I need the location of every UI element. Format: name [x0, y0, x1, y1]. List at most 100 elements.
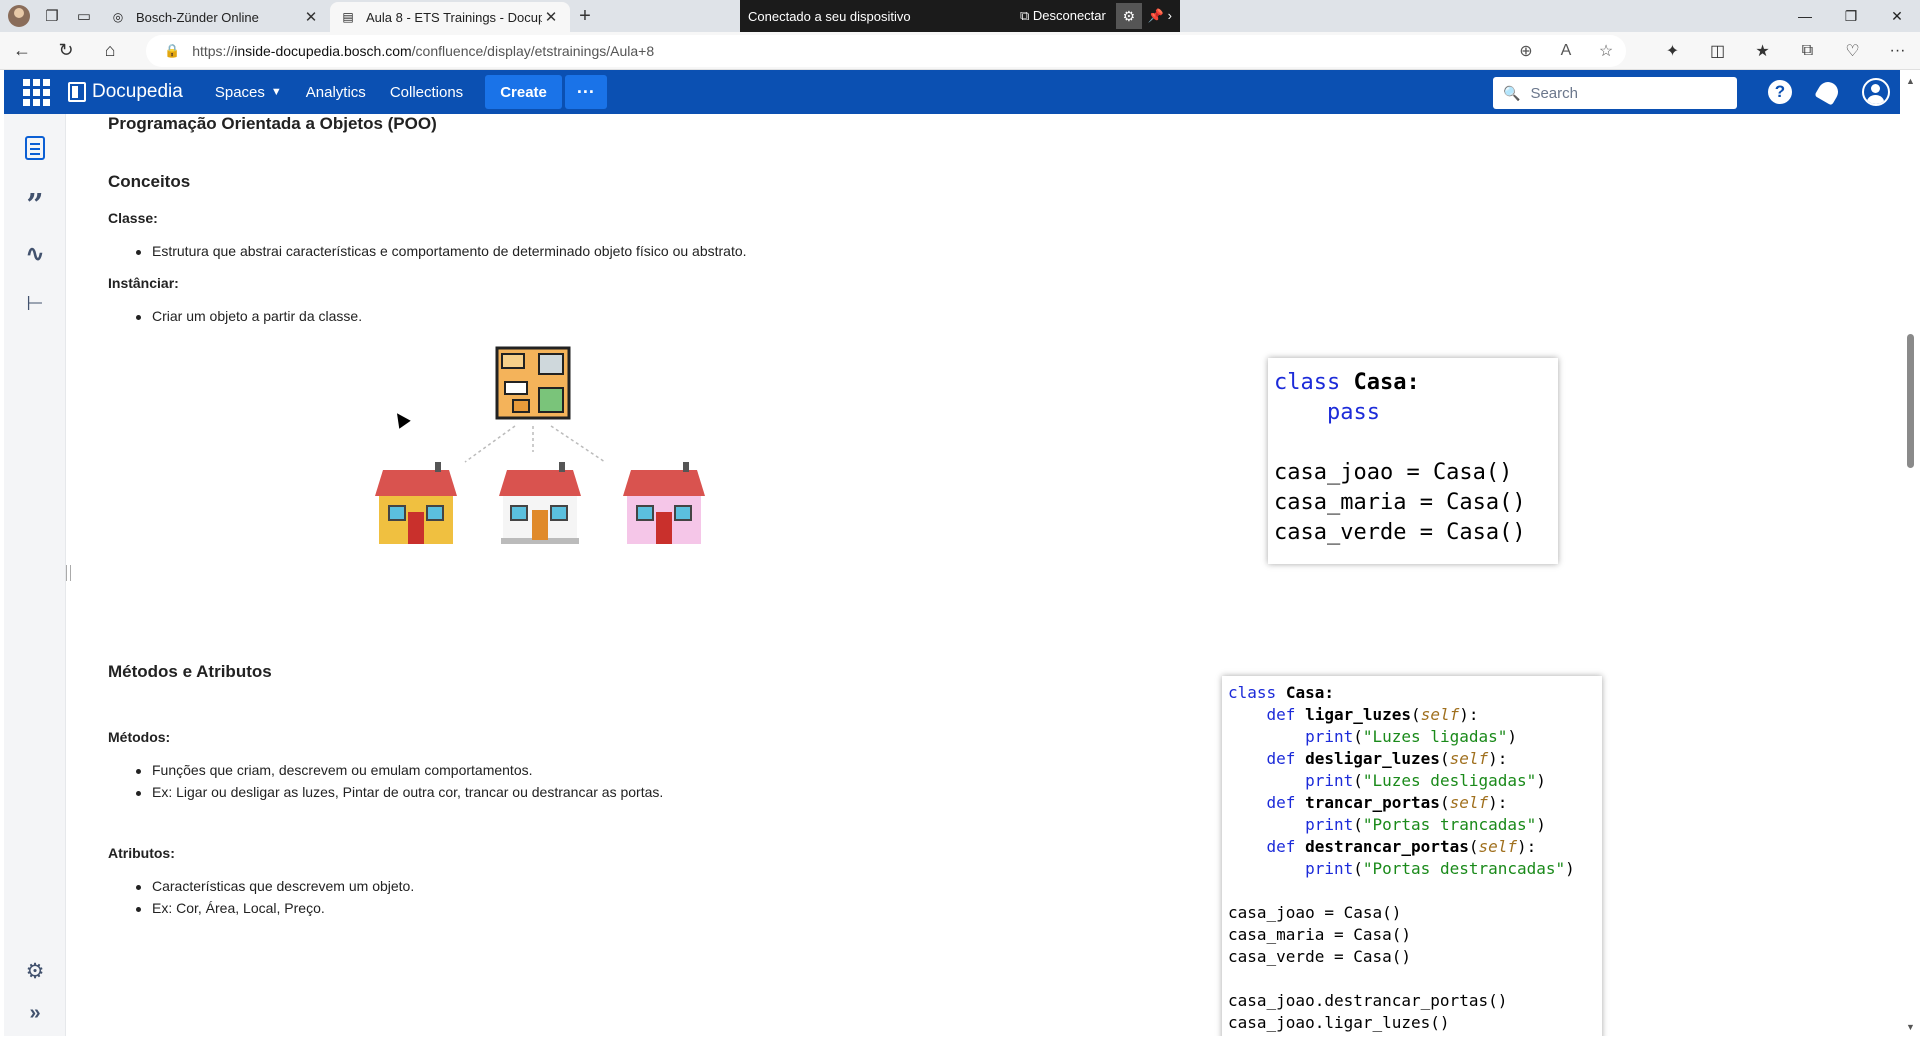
extensions-icon[interactable]: ✦ [1650, 35, 1695, 67]
split-screen-icon[interactable]: ◫ [1695, 35, 1740, 67]
expand-sidebar-button[interactable]: » [4, 996, 66, 1030]
house-pink-icon [623, 462, 705, 544]
code-line: casa_maria = Casa() [1274, 490, 1526, 515]
code-self: self [1420, 705, 1460, 724]
disconnect-label: Desconectar [1032, 8, 1106, 23]
nav-spaces[interactable]: Spaces ▼ [215, 84, 282, 101]
profile-avatar[interactable] [8, 5, 30, 27]
tab-actions-icon[interactable]: ▭ [68, 0, 100, 32]
code-line: class Casa: [1274, 368, 1552, 398]
restore-icon[interactable]: ❐ [1828, 0, 1874, 32]
list-item: Características que descrevem um objeto. [135, 878, 415, 894]
code-self: self [1478, 837, 1518, 856]
analytics-button[interactable]: ∿ [4, 237, 66, 271]
code-line: def ligar_luzes(self): [1266, 705, 1479, 724]
page-icon [25, 136, 45, 160]
more-create-button[interactable]: ··· [564, 75, 607, 109]
page-tree-button[interactable]: ⊢ [4, 286, 66, 320]
create-button[interactable]: Create [485, 75, 562, 109]
tab-bosch-zunder[interactable]: ◎ Bosch-Zünder Online ✕ [100, 2, 330, 32]
list-item: Funções que criam, descrevem ou emulam c… [136, 762, 533, 778]
new-tab-button[interactable]: + [570, 1, 600, 31]
pin-icon[interactable]: 📌 › [1148, 8, 1172, 24]
sidebar-resize-handle[interactable] [66, 565, 71, 581]
code-class-name: Casa: [1285, 683, 1334, 702]
code-line: casa_maria = Casa() [1228, 925, 1412, 944]
code-line: casa_joao = Casa() [1274, 460, 1513, 485]
space-settings-button[interactable]: ⚙ [4, 954, 66, 988]
hierarchy-icon: ⊢ [26, 292, 44, 315]
code-line: casa_joao = Casa() [1228, 903, 1402, 922]
code-self: self [1449, 749, 1489, 768]
label-atributos: Atributos: [108, 845, 175, 861]
disconnect-button[interactable]: ⧉ Desconectar [1020, 8, 1106, 24]
lock-icon[interactable]: 🔒 [164, 43, 180, 59]
zoom-icon[interactable]: ⊕ [1506, 41, 1546, 61]
home-icon[interactable]: ⌂ [88, 34, 132, 68]
scroll-up-icon[interactable]: ▲ [1906, 76, 1915, 86]
close-window-icon[interactable]: ✕ [1874, 0, 1920, 32]
scrollbar-thumb[interactable] [1907, 334, 1914, 468]
search-icon: 🔍 [1503, 84, 1521, 101]
nav-spaces-label: Spaces [214, 83, 265, 101]
close-tab-icon[interactable]: ✕ [302, 8, 320, 26]
url-field[interactable]: 🔒 https://inside-docupedia.bosch.com/con… [146, 35, 1626, 67]
notifications-button[interactable] [1804, 70, 1852, 114]
code-line: def destrancar_portas(self): [1266, 837, 1537, 856]
pages-button[interactable] [4, 131, 66, 165]
settings-menu-icon[interactable]: ··· [1875, 35, 1920, 67]
app-switcher-icon[interactable] [16, 72, 56, 112]
docupedia-logo[interactable]: Docupedia [68, 81, 183, 103]
gear-icon: ⚙ [25, 959, 45, 983]
nav-collections[interactable]: Collections [390, 84, 463, 101]
method-name: destrancar_portas [1305, 837, 1469, 856]
favorites-icon[interactable]: ★ [1740, 35, 1785, 67]
scroll-down-icon[interactable]: ▼ [1906, 1022, 1915, 1032]
back-icon[interactable]: ← [0, 34, 44, 68]
workspaces-icon[interactable]: ❐ [36, 0, 68, 32]
favorite-star-icon[interactable]: ☆ [1586, 41, 1626, 61]
top-navigation: Docupedia Spaces ▼ Analytics Collections… [4, 70, 1900, 114]
read-aloud-icon[interactable]: A [1546, 42, 1586, 60]
blog-button[interactable]: ” [4, 188, 66, 222]
browser-essentials-icon[interactable]: ♡ [1830, 35, 1875, 67]
nav-analytics[interactable]: Analytics [306, 84, 366, 101]
code-line: def trancar_portas(self): [1266, 793, 1508, 812]
code-line: print("Portas destrancadas") [1305, 859, 1575, 878]
notification-bell-icon [1814, 78, 1842, 106]
code-line: class Casa: [1228, 682, 1596, 704]
remote-settings-icon[interactable]: ⚙ [1115, 3, 1142, 29]
code-line: casa_joao.destrancar_portas() [1228, 991, 1508, 1010]
space-sidebar: ” ∿ ⊢ ⚙ » [4, 114, 66, 1036]
close-tab-icon[interactable]: ✕ [542, 8, 560, 26]
code-sample-class-instances: class Casa: pass casa_joao = Casa() casa_… [1268, 358, 1558, 564]
user-menu-button[interactable] [1852, 70, 1900, 114]
label-instanciar: Instânciar: [108, 275, 179, 291]
globe-icon: ◎ [112, 10, 124, 24]
code-string: "Luzes desligadas" [1362, 771, 1537, 790]
page-favicon-icon: ▤ [342, 10, 354, 24]
label-classe: Classe: [108, 210, 158, 226]
list-item: Ex: Cor, Área, Local, Preço. [136, 900, 325, 916]
code-builtin: print [1305, 859, 1354, 878]
code-keyword: pass [1326, 400, 1380, 425]
page-scrollbar[interactable]: ▲ ▼ [1902, 70, 1920, 1036]
help-button[interactable]: ? [1756, 70, 1804, 114]
remote-status: Conectado a seu dispositivo [748, 8, 911, 24]
list-item: Criar um objeto a partir da classe. [135, 308, 363, 324]
search-input[interactable]: 🔍 Search [1493, 77, 1737, 109]
section-heading-conceitos: Conceitos [108, 172, 191, 191]
refresh-icon[interactable]: ↻ [44, 34, 88, 68]
url-path: /confluence/display/etstrainings/Aula+8 [411, 43, 655, 59]
code-builtin: print [1305, 771, 1354, 790]
code-keyword: def [1266, 705, 1296, 724]
tab-aula-8[interactable]: ▤ Aula 8 - ETS Trainings - Docuped ✕ [330, 2, 570, 32]
code-keyword: def [1266, 837, 1296, 856]
minimize-icon[interactable]: — [1782, 0, 1828, 32]
collections-icon[interactable]: ⧉ [1785, 35, 1830, 67]
page-content: Programação Orientada a Objetos (POO) Co… [108, 114, 1888, 1036]
url-host: inside-docupedia.bosch.com [234, 43, 412, 59]
quote-icon: ” [26, 188, 44, 223]
